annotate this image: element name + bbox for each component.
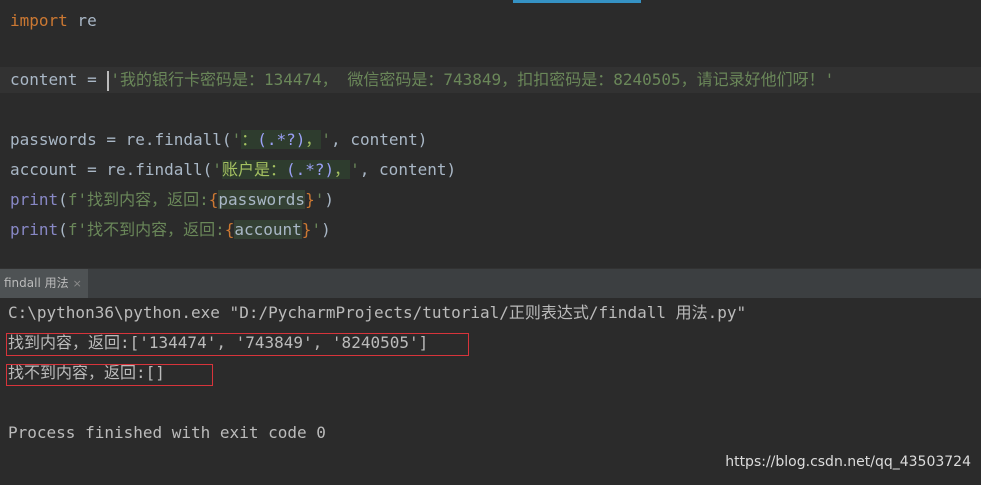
paren-close: ) bbox=[324, 190, 334, 209]
fstring-brace: { bbox=[208, 190, 219, 209]
fstring-quote: ' bbox=[311, 220, 322, 239]
fstring-quote: ' bbox=[314, 190, 325, 209]
content-assignment: content = bbox=[10, 70, 107, 89]
fstring-text: f'找不到内容，返回: bbox=[67, 220, 225, 239]
regex-quote-open: ' bbox=[231, 130, 242, 149]
fstring-variable: account bbox=[234, 220, 302, 239]
regex-group: (.*?) bbox=[285, 160, 335, 179]
regex-literal: ， bbox=[334, 160, 351, 179]
highlight-box-found bbox=[6, 333, 469, 356]
fstring-brace: } bbox=[305, 190, 315, 209]
console-exit-message: Process finished with exit code 0 bbox=[8, 423, 326, 442]
highlight-box-not-found bbox=[6, 364, 213, 386]
regex-literal: ， bbox=[305, 130, 322, 149]
run-tool-window-header: findall 用法 × bbox=[0, 268, 981, 299]
console-command-line: C:\python36\python.exe "D:/PycharmProjec… bbox=[8, 303, 747, 322]
module-name: re bbox=[67, 11, 97, 30]
print-builtin: print bbox=[10, 220, 59, 239]
code-editor[interactable]: import re content = '我的银行卡密码是：134474， 微信… bbox=[0, 0, 981, 268]
code-line-2[interactable]: content = '我的银行卡密码是：134474， 微信密码是：743849… bbox=[10, 68, 834, 92]
code-line-4[interactable]: account = re.findall('账户是：(.*?)，', conte… bbox=[10, 158, 456, 182]
print-builtin: print bbox=[10, 190, 59, 209]
call-tail: , content) bbox=[331, 130, 428, 149]
paren-open: ( bbox=[58, 220, 68, 239]
regex-group: (.*?) bbox=[257, 130, 306, 149]
regex-literal: 账户是： bbox=[221, 160, 286, 179]
regex-literal: ： bbox=[241, 130, 258, 149]
code-line-6[interactable]: print(f'找不到内容，返回:{account}') bbox=[10, 218, 331, 242]
call-tail: , content) bbox=[359, 160, 457, 179]
code-line-1[interactable]: import re bbox=[10, 9, 97, 33]
regex-quote-close: ' bbox=[321, 130, 332, 149]
regex-quote-close: ' bbox=[350, 160, 360, 179]
editor-scroll-indicator bbox=[513, 0, 641, 3]
fstring-brace: { bbox=[224, 220, 235, 239]
code-line-3[interactable]: passwords = re.findall('：(.*?)，', conten… bbox=[10, 128, 427, 152]
passwords-assignment: passwords = re.findall( bbox=[10, 130, 232, 149]
run-tab-label: findall 用法 bbox=[4, 276, 69, 290]
fstring-text: f'找到内容，返回: bbox=[67, 190, 209, 209]
close-icon[interactable]: × bbox=[73, 277, 82, 290]
run-console[interactable]: C:\python36\python.exe "D:/PycharmProjec… bbox=[0, 298, 981, 485]
watermark: https://blog.csdn.net/qq_43503724 bbox=[725, 454, 971, 470]
regex-quote-open: ' bbox=[212, 160, 222, 179]
paren-open: ( bbox=[58, 190, 68, 209]
account-assignment: account = re.findall( bbox=[10, 160, 213, 179]
fstring-brace: } bbox=[301, 220, 312, 239]
content-string: '我的银行卡密码是：134474， 微信密码是：743849，扣扣密码是：824… bbox=[110, 70, 835, 89]
import-keyword: import bbox=[10, 11, 68, 30]
fstring-variable: passwords bbox=[218, 190, 306, 209]
code-line-5[interactable]: print(f'找到内容，返回:{passwords}') bbox=[10, 188, 334, 212]
run-tab[interactable]: findall 用法 × bbox=[0, 269, 88, 298]
paren-close: ) bbox=[321, 220, 331, 239]
